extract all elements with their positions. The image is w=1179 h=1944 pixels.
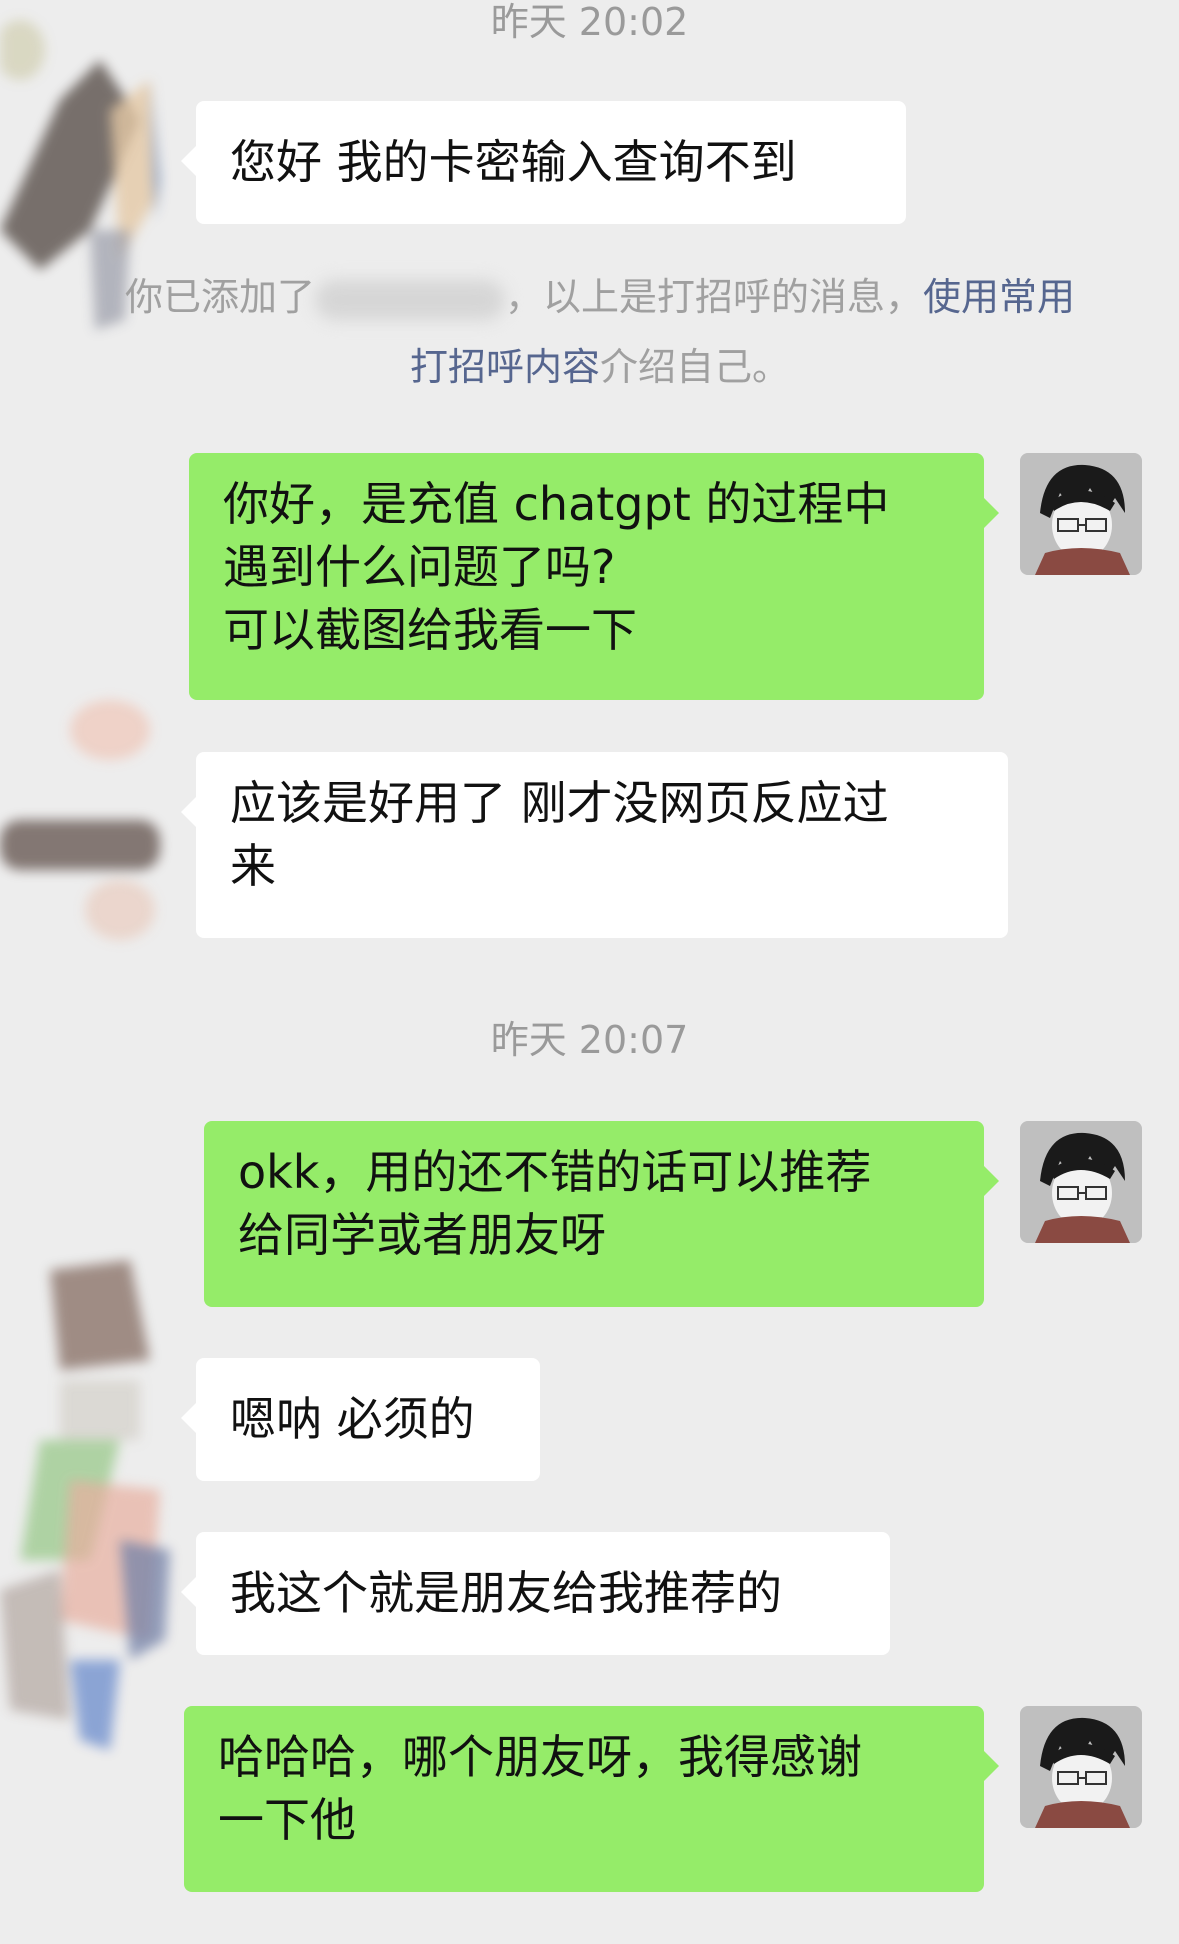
system-notice: 你已添加了 ，以上是打招呼的消息，使用常用 打招呼内容介绍自己。 xyxy=(100,262,1100,402)
redacted-name xyxy=(314,279,505,320)
contact-avatar-blurred[interactable] xyxy=(0,1240,170,1760)
message-bubble-incoming[interactable]: 应该是好用了 刚才没网页反应过 来 xyxy=(181,752,1008,938)
message-bubble-incoming[interactable]: 嗯呐 必须的 xyxy=(181,1358,540,1481)
message-bubble-outgoing[interactable]: okk，用的还不错的话可以推荐 给同学或者朋友呀 xyxy=(204,1121,999,1307)
message-bubble-incoming[interactable]: 我这个就是朋友给我推荐的 xyxy=(181,1532,890,1655)
greeting-link[interactable]: 使用常用 xyxy=(923,275,1075,319)
timestamp: 昨天 20:02 xyxy=(490,0,689,44)
notice-middle: ，以上是打招呼的消息， xyxy=(504,275,923,319)
notice-suffix: 介绍自己。 xyxy=(600,345,791,389)
own-avatar-icon[interactable] xyxy=(1020,453,1142,575)
message-bubble-outgoing[interactable]: 你好，是充值 chatgpt 的过程中 遇到什么问题了吗? 可以截图给我看一下 xyxy=(189,453,999,700)
own-avatar-icon[interactable] xyxy=(1020,1121,1142,1243)
timestamp: 昨天 20:07 xyxy=(490,1018,689,1062)
greeting-link[interactable]: 内容 xyxy=(524,345,600,389)
greeting-link[interactable]: 打招呼 xyxy=(410,345,524,389)
message-bubble-outgoing[interactable]: 哈哈哈，哪个朋友呀，我得感谢 一下他 xyxy=(184,1706,999,1892)
notice-prefix: 你已添加了 xyxy=(124,275,315,319)
own-avatar-icon[interactable] xyxy=(1020,1706,1142,1828)
contact-avatar-blurred[interactable] xyxy=(0,690,160,950)
message-bubble-incoming[interactable]: 您好 我的卡密输入查询不到 xyxy=(181,101,906,224)
